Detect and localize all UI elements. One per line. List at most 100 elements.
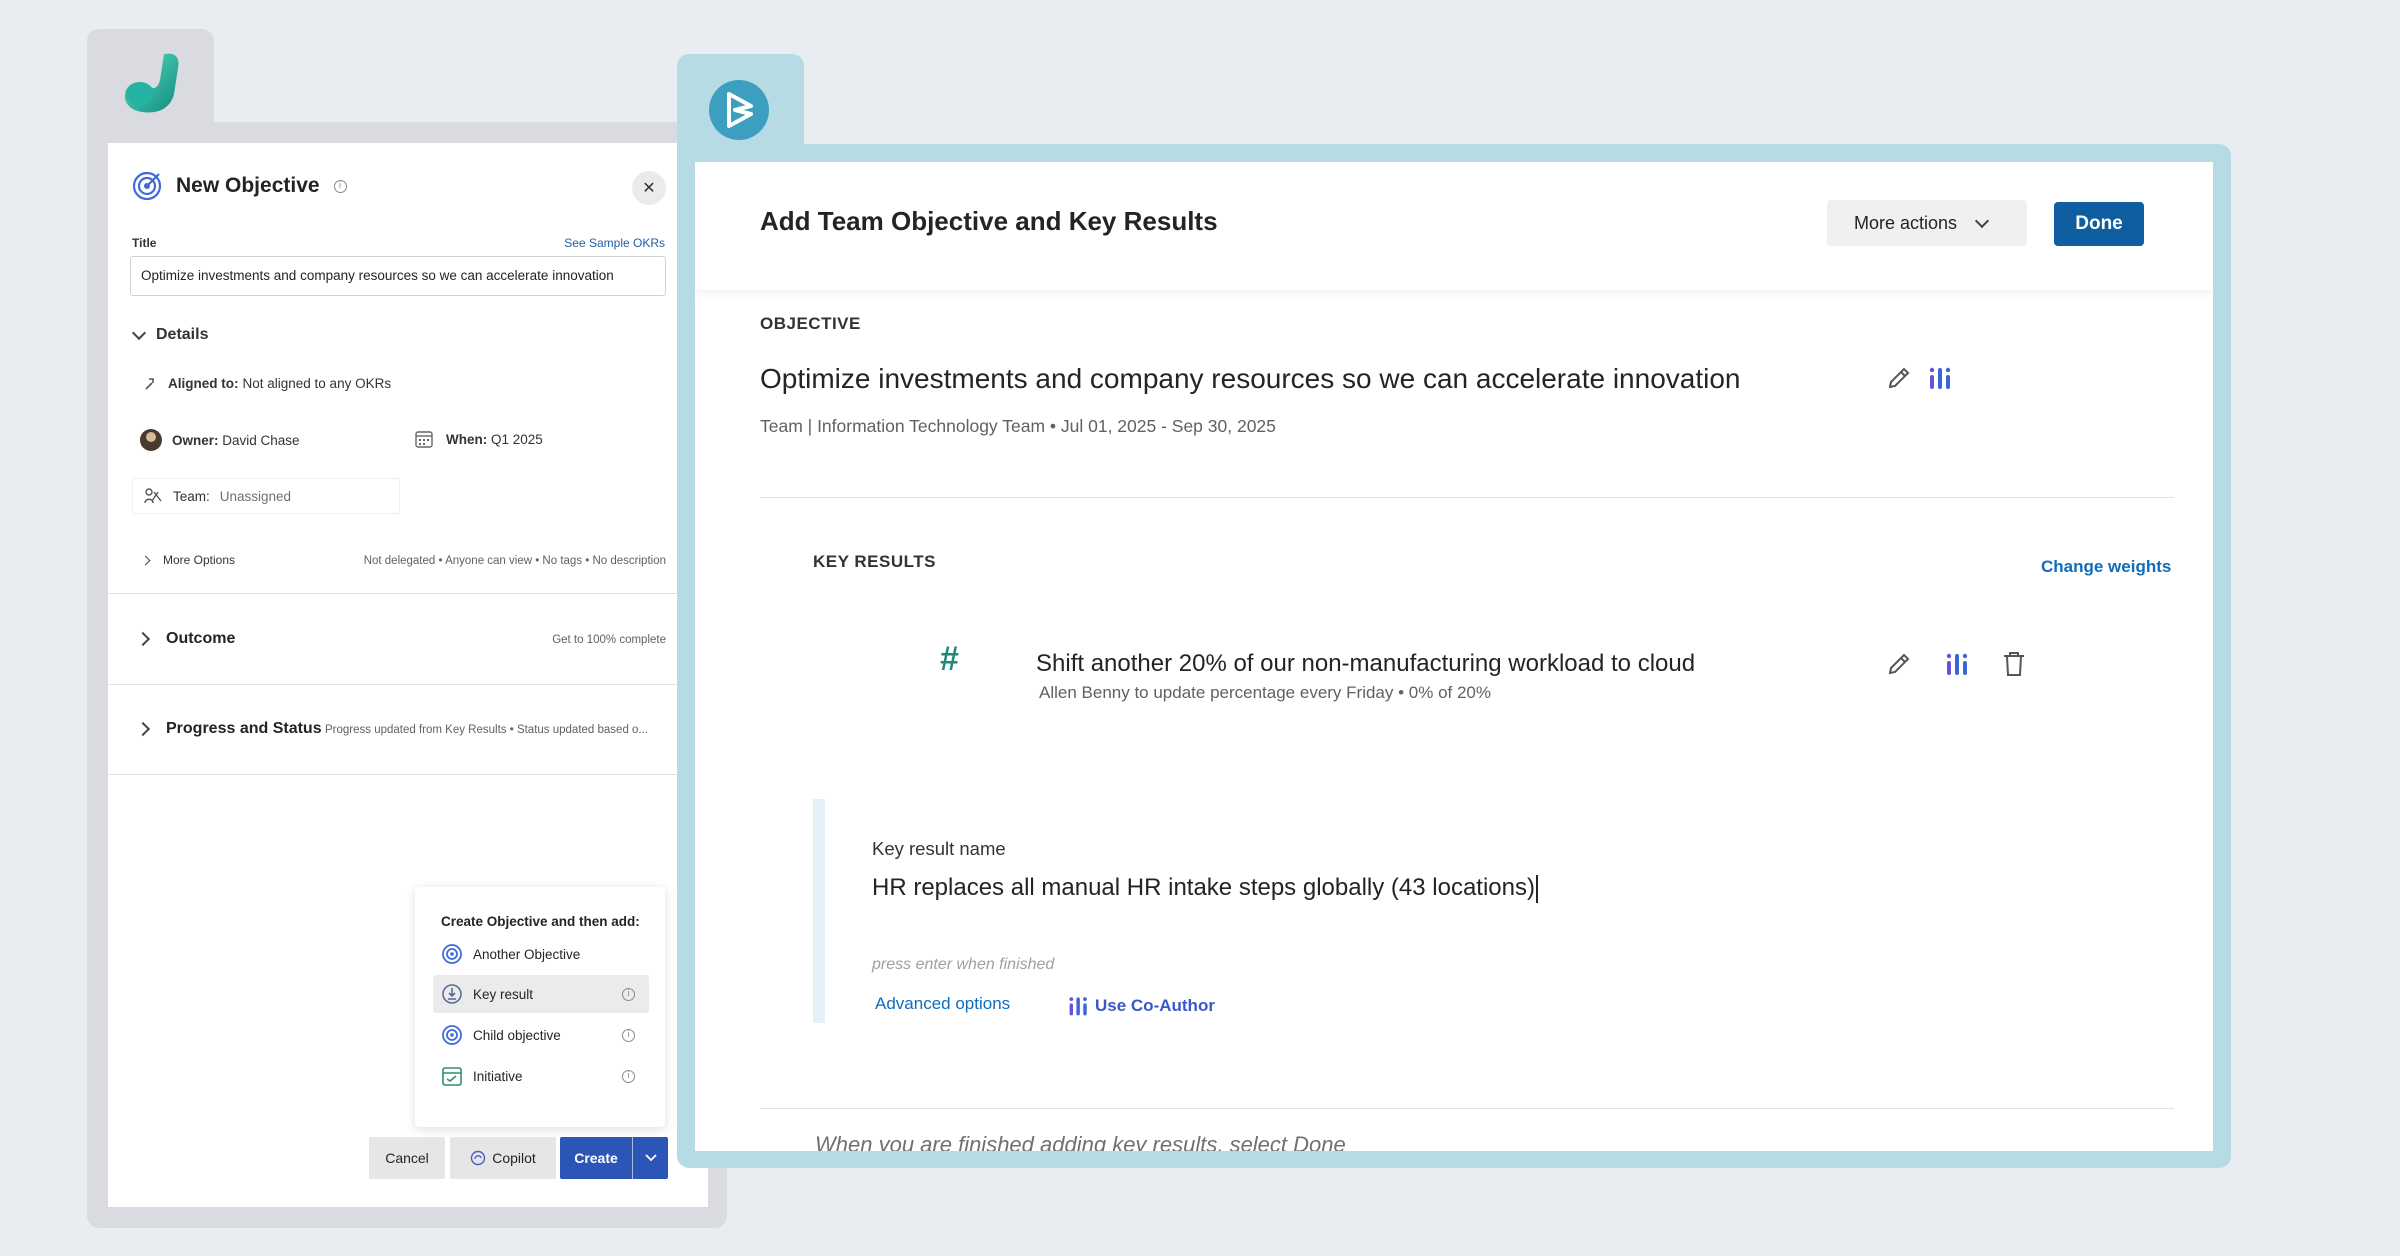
owner-value: David Chase [222,432,300,448]
chevron-right-icon [135,631,151,647]
use-coauthor-label: Use Co-Author [1095,996,1215,1015]
top-bar: Add Team Objective and Key Results More … [695,162,2213,290]
outcome-summary: Get to 100% complete [552,634,666,646]
when-label: When: [446,431,488,447]
menu-item-label: Key result [473,986,534,1002]
see-sample-okrs-link[interactable]: See Sample OKRs [564,236,665,250]
team-value: Unassigned [219,488,292,504]
details-label: Details [156,326,209,343]
key-results-section-label: KEY RESULTS [813,552,936,571]
more-options-toggle[interactable]: More Options [140,553,236,567]
menu-item-initiative[interactable]: Initiative i [433,1057,649,1095]
menu-item-label: Child objective [473,1027,561,1043]
owner-label: Owner: [172,432,219,448]
outcome-label: Outcome [166,630,236,647]
menu-item-child-objective[interactable]: Child objective i [433,1016,649,1054]
info-icon[interactable]: i [622,988,635,1001]
more-actions-button[interactable]: More actions [1827,200,2027,246]
title-input[interactable]: Optimize investments and company resourc… [130,256,666,296]
chevron-down-icon [644,1154,657,1162]
copilot-label: Copilot [492,1150,536,1166]
aligned-label: Aligned to: [168,375,239,391]
menu-item-key-result[interactable]: Key result i [433,975,649,1013]
chevron-right-icon [140,555,151,565]
owner-field[interactable]: Owner: David Chase [140,429,300,451]
page-title: Add Team Objective and Key Results [760,206,1218,236]
new-key-result-accent-bar [813,799,825,1023]
calendar-icon [415,431,433,448]
info-icon[interactable]: i [622,1070,635,1083]
edit-pencil-icon[interactable] [1885,364,1913,392]
create-dropdown-button[interactable] [633,1137,668,1179]
add-team-objective-view: Add Team Objective and Key Results More … [695,162,2213,1151]
progress-status-summary: Progress updated from Key Results • Stat… [325,724,649,736]
key-result-title[interactable]: Shift another 20% of our non-manufacturi… [1036,650,1695,678]
outcome-toggle[interactable]: Outcome [135,630,236,648]
title-label: Title [132,236,157,250]
more-options-label: More Options [163,553,236,567]
chevron-right-icon [135,721,151,737]
panel-header: New Objective i [132,171,347,201]
coauthor-ai-icon [1069,997,1087,1016]
align-arrow-icon [145,378,154,390]
team-field[interactable]: Team: Unassigned [132,478,400,514]
more-options-summary: Not delegated • Anyone can view • No tag… [363,555,666,567]
create-button[interactable]: Create [560,1137,632,1179]
change-weights-link[interactable]: Change weights [2041,557,2171,577]
when-field[interactable]: When: Q1 2025 [414,429,543,449]
advanced-options-link[interactable]: Advanced options [875,994,1010,1014]
key-result-meta: Allen Benny to update percentage every F… [1039,683,1492,702]
chevron-down-icon [131,325,147,341]
objective-section-label: OBJECTIVE [760,314,861,333]
cancel-button[interactable]: Cancel [369,1137,445,1179]
finish-hint: When you are finished adding key results… [815,1132,1346,1151]
coauthor-ai-icon[interactable] [1944,650,1972,678]
more-actions-label: More actions [1854,212,1958,233]
objective-meta: Team | Information Technology Team • Jul… [760,416,1276,436]
panel-title: New Objective [176,174,320,197]
split-divider [632,1137,633,1179]
copilot-button[interactable]: Copilot [450,1137,556,1179]
text-caret [1535,874,1538,903]
info-icon[interactable]: i [333,179,347,193]
divider [760,1108,2174,1109]
copilot-icon [471,1150,486,1166]
app-logo-icon [709,80,769,140]
edit-pencil-icon[interactable] [1885,650,1913,678]
menu-item-label: Another Objective [473,946,581,962]
key-result-name-label: Key result name [872,838,1006,859]
target-icon [132,171,162,201]
info-icon[interactable]: i [622,1029,635,1042]
divider [108,774,708,775]
divider [760,497,2174,498]
progress-status-toggle[interactable]: Progress and Status [135,720,322,738]
delete-trash-icon[interactable] [2000,650,2028,678]
chevron-down-icon [1974,213,1990,228]
key-result-icon [442,984,462,1004]
details-toggle[interactable]: Details [131,325,209,344]
menu-heading: Create Objective and then add: [441,914,640,929]
divider [108,684,708,685]
target-icon [442,944,462,964]
create-split-button[interactable]: Create [560,1137,668,1179]
done-button[interactable]: Done [2054,202,2144,246]
menu-item-another-objective[interactable]: Another Objective [433,935,649,973]
coauthor-ai-icon[interactable] [1927,364,1955,392]
calendar-icon [442,1067,462,1086]
avatar [140,429,162,451]
progress-status-label: Progress and Status [166,720,322,737]
use-coauthor-button[interactable]: Use Co-Author [1067,994,1215,1018]
key-result-name-input[interactable]: HR replaces all manual HR intake steps g… [872,874,1538,903]
key-result-name-value: HR replaces all manual HR intake steps g… [872,874,1535,901]
objective-title: Optimize investments and company resourc… [760,363,1741,394]
create-and-add-menu: Create Objective and then add: Another O… [415,887,665,1127]
new-objective-panel: New Objective i ✕ Title See Sample OKRs … [108,143,708,1207]
team-label: Team: [173,488,210,504]
viva-goals-logo-icon [124,53,179,113]
menu-item-label: Initiative [473,1068,523,1084]
team-link-icon [144,488,162,504]
close-button[interactable]: ✕ [632,171,666,205]
aligned-to-field[interactable]: Aligned to: Not aligned to any OKRs [142,375,391,391]
when-value: Q1 2025 [491,431,543,447]
enter-hint: press enter when finished [872,956,1055,973]
